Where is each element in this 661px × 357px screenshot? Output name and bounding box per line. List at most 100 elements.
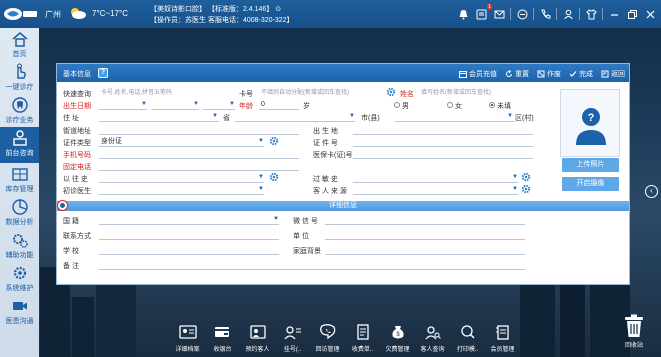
sidebar-item-communication[interactable]: 医患沟通 (0, 295, 39, 331)
phone-icon[interactable] (538, 7, 552, 21)
street-label: 街道地址 (63, 128, 91, 135)
gender-radio-male[interactable] (394, 102, 400, 108)
toolbar-profile[interactable]: 详细档案 (170, 322, 205, 357)
chevron-left-icon[interactable]: ‹ (645, 185, 658, 198)
mobile-input[interactable] (99, 149, 299, 159)
gear-icon[interactable] (386, 87, 396, 97)
gear-icon[interactable] (521, 172, 531, 182)
recharge-button[interactable]: 会员充值 (459, 69, 497, 79)
trash-button[interactable]: 回收站 (620, 314, 648, 356)
sidebar-item-maintenance[interactable]: 系统维护 (0, 262, 39, 298)
first-doctor-select[interactable] (99, 185, 264, 195)
allergy-select[interactable] (353, 173, 518, 183)
open-camera-button[interactable]: 开启摄像 (562, 177, 619, 191)
sidebar-item-treatment[interactable]: 诊疗业务 (0, 94, 39, 130)
birth-year-select[interactable] (99, 100, 147, 110)
restore-icon[interactable] (625, 7, 639, 21)
city-label: 广州 (45, 10, 61, 19)
gender-female-label: 女 (455, 103, 462, 110)
callback-icon (319, 324, 335, 340)
notes-input[interactable] (99, 260, 525, 270)
form-row-street: 街道地址 出 生 地 (63, 125, 553, 136)
toolbar-cashier[interactable]: 收银台 (205, 322, 240, 357)
sidebar-item-home[interactable]: 首页 (0, 28, 39, 64)
form-row-fixed-phone: 固定电话 (63, 161, 553, 172)
fixed-phone-input[interactable] (99, 161, 299, 171)
panel-title: 基本信息 (63, 71, 91, 78)
district-select[interactable] (395, 112, 515, 122)
city-select[interactable] (235, 112, 355, 122)
chevron-down-icon: ▼ (273, 216, 279, 222)
message-icon[interactable]: 1 (474, 4, 492, 21)
chevron-down-icon: ▼ (258, 174, 264, 180)
chevron-down-icon: ▼ (193, 101, 199, 107)
gear-icon[interactable] (269, 172, 279, 182)
void-button[interactable]: 作废 (537, 69, 561, 79)
sidebar-item-label: 首页 (12, 51, 27, 58)
bell-icon[interactable] (456, 7, 470, 21)
toolbar-customer-search[interactable]: 客人查询 (415, 322, 450, 357)
close-icon[interactable] (643, 7, 657, 21)
toolbar-bill[interactable]: 收费单.. (345, 322, 380, 357)
nationality-select[interactable] (99, 215, 279, 225)
contact-input[interactable] (99, 230, 279, 240)
sidebar-item-label: 库存管理 (5, 186, 34, 193)
gender-radio-unset[interactable] (489, 102, 495, 108)
school-input[interactable] (99, 245, 279, 255)
minimize-icon[interactable] (607, 7, 621, 21)
sidebar-item-inventory[interactable]: 库存管理 (0, 163, 39, 199)
minus-circle-icon[interactable] (515, 7, 529, 21)
id-number-input[interactable] (353, 137, 533, 147)
birth-month-select[interactable] (151, 100, 199, 110)
source-select[interactable] (353, 185, 518, 195)
toolbar-callback[interactable]: 回访管理 (310, 322, 345, 357)
form-row-search: 快速查询 卡号,姓名,电话,拼音五笔码 卡号 不填则自动分配(新增或回车查找) … (63, 87, 553, 99)
province-select[interactable] (99, 112, 219, 122)
reception-icon (12, 130, 27, 146)
gear-icon[interactable] (269, 136, 279, 146)
detail-toggle-icon[interactable] (57, 200, 68, 211)
toolbar-print-template[interactable]: 打印模.. (450, 322, 485, 357)
family-label: 家庭背景 (293, 248, 321, 255)
upload-photo-button[interactable]: 上传照片 (562, 158, 619, 172)
gender-male-label: 男 (402, 103, 409, 110)
history-select[interactable] (99, 173, 264, 183)
sidebar-item-analysis[interactable]: 数据分析 (0, 196, 39, 232)
complete-button[interactable]: 完成 (569, 69, 593, 79)
mail-icon[interactable] (492, 7, 506, 21)
gender-radio-female[interactable] (447, 102, 453, 108)
sidebar-item-reception[interactable]: 前台咨询 (0, 127, 39, 163)
wechat-input[interactable] (325, 215, 525, 225)
sidebar-item-auxiliary[interactable]: 辅助功能 (0, 229, 39, 265)
sidebar-item-one-click[interactable]: 一键诊疗 (0, 61, 39, 97)
card-input[interactable]: 不填则自动分配(新增或回车查找) (259, 88, 381, 98)
toolbar-debt[interactable]: $ 欠费管理 (380, 322, 415, 357)
help-icon[interactable]: ? (98, 68, 108, 78)
name-input[interactable]: 填写姓名(新增或回车查找) (419, 88, 549, 98)
quick-search-input[interactable]: 卡号,姓名,电话,拼音五笔码 (99, 88, 219, 98)
id-type-select[interactable]: 身份证 (99, 137, 264, 147)
sidebar-item-label: 诊疗业务 (5, 117, 34, 124)
street-input[interactable] (99, 125, 299, 135)
return-icon (601, 70, 609, 78)
family-input[interactable] (325, 245, 525, 255)
user-icon[interactable] (561, 7, 575, 21)
refresh-icon (506, 70, 512, 77)
shirt-icon[interactable] (584, 7, 598, 21)
city-label: 市(县) (361, 115, 380, 122)
temperature: 7°C~17°C (92, 9, 128, 18)
return-button[interactable]: 返回 (601, 69, 625, 79)
age-input[interactable]: 0 (259, 100, 299, 110)
svg-text:?: ? (588, 112, 595, 124)
detail-section-header[interactable]: 详细信息 (57, 201, 629, 211)
birthplace-input[interactable] (353, 125, 533, 135)
toolbar-appointment[interactable]: 预约客人 (240, 322, 275, 357)
medical-card-input[interactable] (353, 149, 533, 159)
gear-icon[interactable] (521, 184, 531, 194)
toolbar-register[interactable]: 挂号(.. (275, 322, 310, 357)
register-icon (284, 326, 301, 340)
gears-icon (12, 234, 28, 248)
reset-button[interactable]: 重置 (505, 69, 529, 79)
toolbar-member[interactable]: 会员管理 (485, 322, 520, 357)
employer-input[interactable] (325, 230, 525, 240)
